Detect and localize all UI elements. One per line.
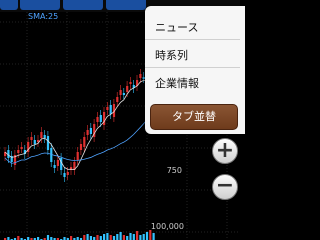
candle	[63, 173, 66, 177]
candle	[40, 132, 43, 138]
candle	[96, 117, 99, 122]
candle	[116, 97, 119, 102]
candle	[76, 152, 79, 160]
top-tab-4[interactable]	[106, 0, 146, 10]
volume-bar	[149, 230, 152, 240]
volume-bar	[136, 231, 139, 240]
candle	[86, 130, 89, 135]
candle	[89, 128, 92, 134]
volume-bar	[145, 232, 149, 240]
price-axis-label-750: 750	[166, 166, 182, 175]
volume-bar	[99, 236, 102, 240]
volume-bar	[122, 235, 125, 240]
volume-bar	[126, 236, 129, 240]
candle	[46, 136, 50, 150]
volume-bar	[116, 234, 119, 240]
zoom-out-button[interactable]: −	[212, 174, 238, 200]
volume-bar	[142, 234, 145, 240]
menu-item-timeseries[interactable]: 時系列	[145, 44, 240, 68]
volume-bar	[139, 235, 142, 240]
candle	[79, 144, 83, 150]
sma-short-label: SMA:5	[2, 12, 28, 21]
candle	[66, 172, 69, 175]
volume-bar	[129, 233, 132, 240]
volume-bar	[152, 233, 155, 240]
volume-bar	[46, 235, 50, 240]
candle	[99, 115, 102, 122]
volume-bar	[119, 232, 122, 240]
candle	[20, 147, 23, 149]
candle	[53, 165, 56, 168]
sma-short-line	[4, 76, 154, 171]
candle	[122, 93, 125, 95]
volume-bar	[96, 235, 99, 240]
candle	[126, 86, 129, 92]
candlestick-series	[4, 65, 155, 182]
candle	[17, 150, 20, 153]
candle	[119, 90, 122, 95]
top-tab-2[interactable]	[20, 0, 60, 10]
volume-bar	[109, 235, 112, 240]
tab-sort-button[interactable]: タブ並替	[150, 104, 238, 130]
candle	[33, 140, 36, 144]
candle	[43, 135, 46, 138]
volume-bars	[4, 230, 155, 240]
volume-bar	[86, 234, 89, 240]
volume-axis-label: 100,000	[150, 222, 184, 231]
candle	[56, 160, 59, 166]
sma-long-label: SMA:25	[28, 12, 59, 21]
menu-item-news[interactable]: ニュース	[145, 16, 240, 40]
volume-bar	[103, 234, 106, 240]
candle	[50, 148, 53, 162]
candle	[129, 82, 132, 84]
volume-bar	[17, 236, 20, 240]
volume-bar	[89, 236, 92, 240]
candle	[139, 74, 142, 78]
zoom-in-button[interactable]: +	[212, 138, 238, 164]
candle	[83, 137, 86, 147]
menu-item-company-info[interactable]: 企業情報	[145, 72, 240, 96]
candle	[109, 105, 112, 114]
volume-bar	[83, 235, 86, 240]
top-tab-3[interactable]	[63, 0, 103, 10]
volume-bar	[106, 233, 109, 240]
sma-long-line	[4, 112, 154, 164]
volume-bar	[112, 236, 116, 240]
top-tab-1[interactable]	[0, 0, 18, 10]
candle	[30, 137, 33, 140]
volume-bar	[132, 234, 135, 240]
volume-bar	[70, 236, 73, 240]
candle	[106, 107, 109, 110]
